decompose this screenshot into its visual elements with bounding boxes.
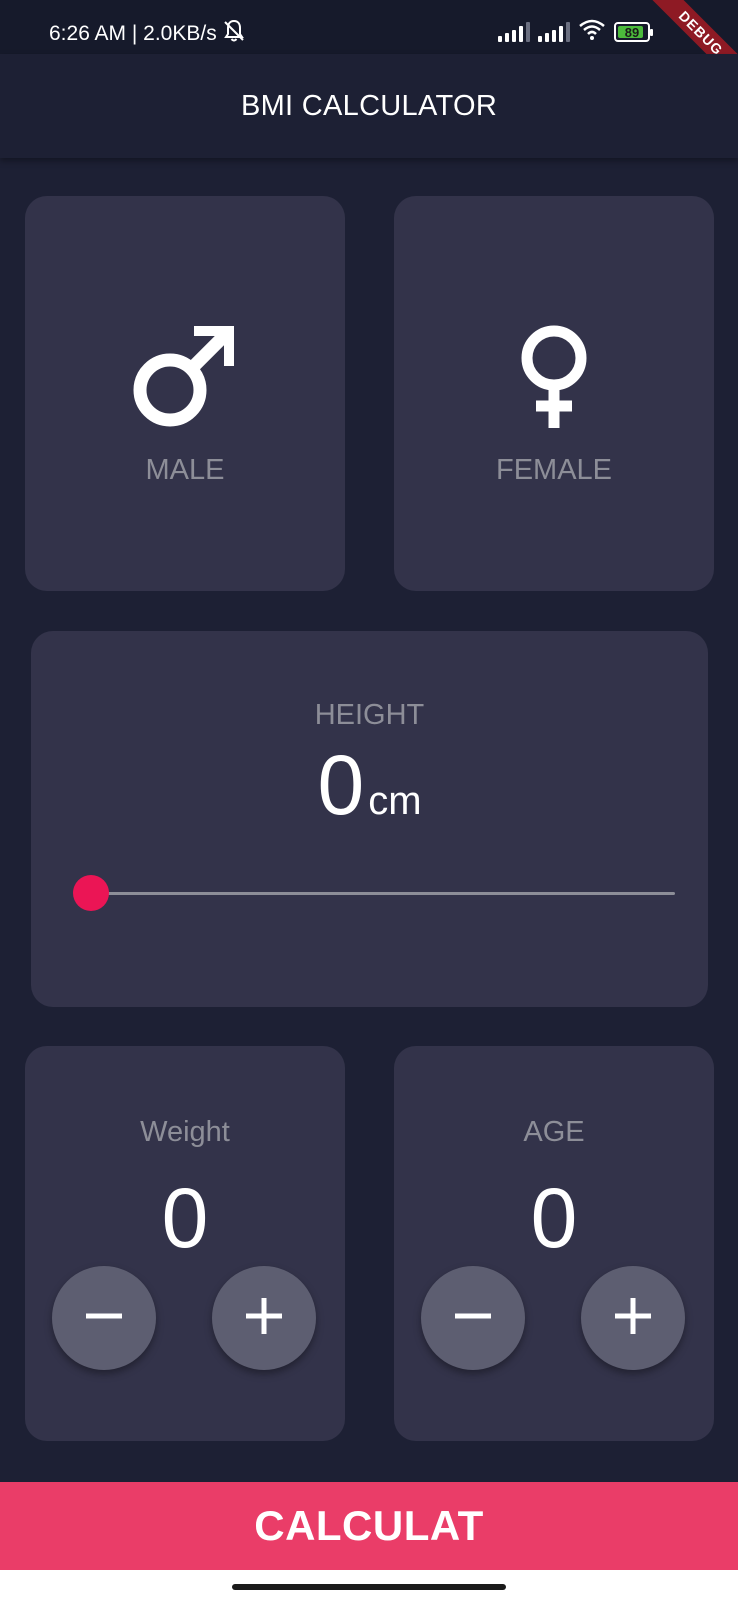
signal-icon bbox=[538, 22, 570, 42]
status-time: 6:26 AM | 2.0KB/s bbox=[49, 22, 217, 45]
slider-track[interactable] bbox=[87, 892, 675, 895]
weight-value: 0 bbox=[161, 1171, 209, 1265]
app-bar: BMI CALCULATOR bbox=[0, 54, 738, 158]
male-label: MALE bbox=[145, 454, 225, 486]
age-increment-button[interactable] bbox=[581, 1266, 685, 1370]
female-label: FEMALE bbox=[495, 454, 613, 486]
battery-icon: 89 bbox=[614, 22, 653, 42]
minus-icon bbox=[453, 1296, 493, 1341]
calculate-button[interactable]: CALCULAT bbox=[0, 1482, 738, 1570]
age-card: AGE 0 bbox=[394, 1046, 714, 1441]
bell-off-icon bbox=[223, 19, 245, 49]
height-unit: cm bbox=[368, 779, 422, 823]
home-indicator[interactable] bbox=[232, 1584, 506, 1590]
status-left: 6:26 AM | 2.0KB/s bbox=[49, 19, 245, 49]
height-value: 0 bbox=[317, 738, 365, 832]
male-symbol-icon bbox=[130, 320, 240, 435]
plus-icon bbox=[613, 1296, 653, 1341]
age-decrement-button[interactable] bbox=[421, 1266, 525, 1370]
height-slider[interactable] bbox=[73, 873, 675, 913]
height-card: HEIGHT 0 cm bbox=[31, 631, 708, 1007]
age-value: 0 bbox=[530, 1171, 578, 1265]
status-icons: 89 bbox=[498, 19, 653, 46]
female-card[interactable]: FEMALE bbox=[394, 196, 714, 591]
calculate-button-label: CALCULAT bbox=[254, 1502, 484, 1549]
slider-thumb[interactable] bbox=[73, 875, 109, 911]
status-bar: 6:26 AM | 2.0KB/s 89 bbox=[0, 0, 738, 54]
female-symbol-icon bbox=[516, 324, 592, 435]
height-value-row: 0 cm bbox=[31, 743, 708, 827]
signal-icon bbox=[498, 22, 530, 42]
weight-decrement-button[interactable] bbox=[52, 1266, 156, 1370]
height-label: HEIGHT bbox=[314, 699, 425, 731]
minus-icon bbox=[84, 1296, 124, 1341]
system-nav-bar bbox=[0, 1570, 738, 1600]
plus-icon bbox=[244, 1296, 284, 1341]
screen: 6:26 AM | 2.0KB/s 89 DEBUG BMI CALCULATO… bbox=[0, 0, 738, 1600]
page-title: BMI CALCULATOR bbox=[240, 89, 498, 122]
age-label: AGE bbox=[523, 1116, 585, 1148]
battery-level: 89 bbox=[624, 24, 640, 40]
weight-card: Weight 0 bbox=[25, 1046, 345, 1441]
male-card[interactable]: MALE bbox=[25, 196, 345, 591]
weight-increment-button[interactable] bbox=[212, 1266, 316, 1370]
weight-label: Weight bbox=[140, 1116, 230, 1148]
wifi-icon bbox=[578, 19, 606, 46]
